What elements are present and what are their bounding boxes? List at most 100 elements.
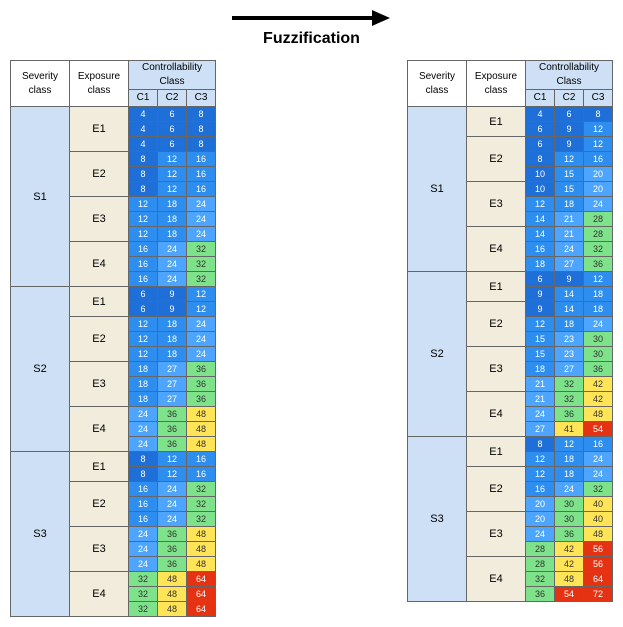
table-row: S3E181216	[408, 437, 613, 452]
c3-header: C3	[187, 90, 216, 107]
c3-header: C3	[584, 90, 613, 107]
heat-value: 32	[196, 274, 206, 284]
heat-value: 6	[169, 139, 174, 149]
heat-cell: 8	[526, 152, 555, 167]
heat-cell: 28	[526, 542, 555, 557]
heat-value: 24	[167, 499, 177, 509]
heat-value: 16	[138, 484, 148, 494]
heat-cell: 16	[187, 182, 216, 197]
heat-cell: 18	[555, 467, 584, 482]
controllability-header: Controllability Class	[526, 61, 613, 90]
heat-cell: 36	[555, 527, 584, 542]
heat-value: 9	[169, 289, 174, 299]
heat-cell: 32	[129, 572, 158, 587]
heat-value: 24	[138, 544, 148, 554]
heat-cell: 23	[555, 332, 584, 347]
heat-cell: 27	[158, 392, 187, 407]
heat-value: 21	[564, 214, 574, 224]
heat-value: 56	[593, 559, 603, 569]
heat-value: 36	[167, 424, 177, 434]
heat-cell: 32	[584, 482, 613, 497]
heat-value: 14	[535, 229, 545, 239]
heat-value: 18	[138, 364, 148, 374]
heat-value: 36	[167, 544, 177, 554]
heat-value: 56	[593, 544, 603, 554]
heat-cell: 21	[526, 377, 555, 392]
heat-value: 32	[196, 244, 206, 254]
table-row: S2E16912	[11, 287, 216, 302]
heat-value: 32	[138, 604, 148, 614]
heat-cell: 32	[187, 242, 216, 257]
heat-value: 24	[196, 229, 206, 239]
heat-value: 64	[593, 574, 603, 584]
heat-value: 40	[593, 499, 603, 509]
severity-header: Severity class	[408, 61, 467, 107]
heat-value: 8	[537, 154, 542, 164]
heat-value: 32	[196, 499, 206, 509]
heat-value: 16	[196, 169, 206, 179]
heat-cell: 4	[526, 107, 555, 122]
heat-value: 36	[167, 559, 177, 569]
severity-cell: S1	[408, 107, 467, 272]
heat-cell: 6	[526, 272, 555, 287]
heat-value: 36	[564, 529, 574, 539]
heat-value: 8	[198, 124, 203, 134]
heat-value: 36	[593, 364, 603, 374]
heat-cell: 12	[555, 437, 584, 452]
heat-value: 6	[169, 109, 174, 119]
heat-value: 18	[564, 469, 574, 479]
heat-value: 27	[167, 364, 177, 374]
table-row: S1E1468	[408, 107, 613, 122]
heat-cell: 24	[129, 557, 158, 572]
heat-value: 12	[167, 184, 177, 194]
heat-cell: 18	[584, 302, 613, 317]
heat-value: 24	[564, 484, 574, 494]
heat-value: 27	[167, 394, 177, 404]
exposure-cell: E3	[70, 197, 129, 242]
heat-value: 20	[593, 184, 603, 194]
heat-cell: 24	[187, 197, 216, 212]
heat-value: 16	[196, 184, 206, 194]
heat-cell: 48	[584, 407, 613, 422]
heat-value: 27	[535, 424, 545, 434]
heat-value: 16	[138, 244, 148, 254]
heat-value: 18	[167, 319, 177, 329]
exposure-header: Exposure class	[467, 61, 526, 107]
heat-value: 9	[169, 304, 174, 314]
heat-cell: 36	[158, 422, 187, 437]
heat-value: 6	[537, 274, 542, 284]
heat-cell: 15	[555, 182, 584, 197]
heat-value: 20	[535, 499, 545, 509]
heat-cell: 12	[129, 317, 158, 332]
heat-cell: 24	[158, 482, 187, 497]
heat-value: 12	[167, 469, 177, 479]
heat-value: 18	[564, 199, 574, 209]
heat-cell: 42	[555, 557, 584, 572]
heat-cell: 24	[584, 197, 613, 212]
heat-value: 27	[564, 364, 574, 374]
heat-cell: 16	[129, 242, 158, 257]
exposure-cell: E2	[70, 317, 129, 362]
heat-value: 10	[535, 169, 545, 179]
heat-value: 21	[535, 394, 545, 404]
heat-cell: 24	[158, 257, 187, 272]
heat-value: 36	[167, 529, 177, 539]
heat-cell: 16	[129, 257, 158, 272]
heat-cell: 8	[129, 452, 158, 467]
heat-cell: 41	[555, 422, 584, 437]
heat-cell: 24	[187, 332, 216, 347]
heat-value: 23	[564, 349, 574, 359]
heat-value: 12	[535, 199, 545, 209]
heat-value: 32	[138, 589, 148, 599]
heat-cell: 24	[526, 527, 555, 542]
heat-value: 18	[167, 229, 177, 239]
exposure-cell: E1	[467, 107, 526, 137]
heat-cell: 40	[584, 512, 613, 527]
heat-cell: 6	[129, 302, 158, 317]
heat-cell: 30	[584, 347, 613, 362]
heat-cell: 27	[555, 257, 584, 272]
heatmap-table: Severity classExposure classControllabil…	[407, 60, 613, 602]
heat-value: 8	[140, 169, 145, 179]
severity-cell: S3	[11, 452, 70, 617]
heat-cell: 14	[526, 227, 555, 242]
